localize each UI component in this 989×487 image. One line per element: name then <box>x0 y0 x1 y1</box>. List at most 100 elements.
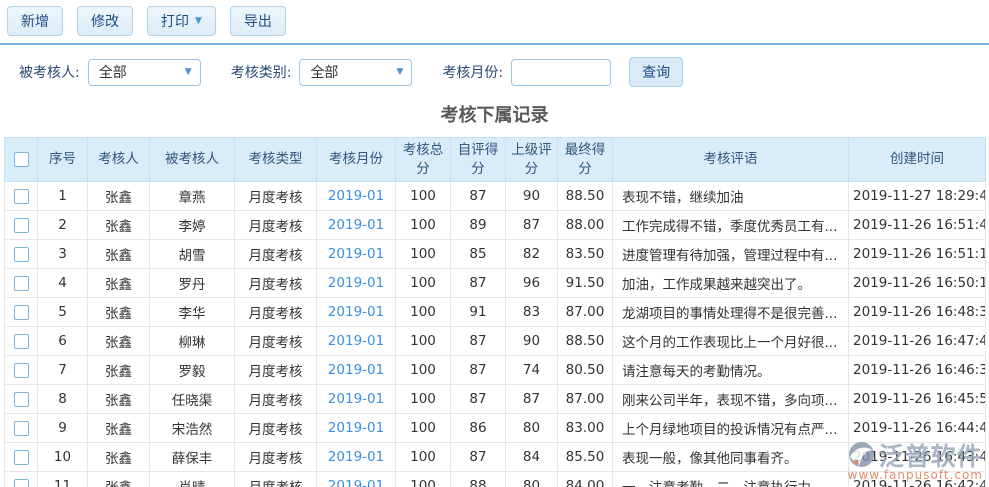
month-link[interactable]: 2019-01 <box>328 420 384 436</box>
assessee-filter-label: 被考核人: <box>19 62 80 82</box>
cell-superior-score: 87 <box>506 385 558 414</box>
cell-superior-score: 83 <box>506 298 558 327</box>
column-header: 自评得分 <box>451 138 506 182</box>
month-link[interactable]: 2019-01 <box>328 449 384 465</box>
cell-created: 2019-11-26 16:42:45 <box>849 472 986 487</box>
cell-total: 100 <box>396 385 451 414</box>
cell-assessee: 罗毅 <box>150 356 235 385</box>
row-checkbox[interactable] <box>14 479 29 487</box>
assessee-select[interactable]: 全部 ▼ <box>88 59 201 86</box>
column-header: 考核总分 <box>396 138 451 182</box>
cell-created: 2019-11-26 16:44:46 <box>849 414 986 443</box>
cell-assessee: 宋浩然 <box>150 414 235 443</box>
row-checkbox[interactable] <box>14 392 29 407</box>
month-link[interactable]: 2019-01 <box>328 217 384 233</box>
cell-type: 月度考核 <box>235 211 317 240</box>
cell-total: 100 <box>396 298 451 327</box>
column-header: 被考核人 <box>150 138 235 182</box>
cell-index: 5 <box>38 298 88 327</box>
cell-assessor: 张鑫 <box>88 182 150 211</box>
month-link[interactable]: 2019-01 <box>328 362 384 378</box>
cell-superior-score: 80 <box>506 472 558 487</box>
cell-comment: 工作完成得不错，季度优秀员工有... <box>613 211 849 240</box>
row-select-cell <box>5 211 38 240</box>
cell-comment: 表现不错，继续加油 <box>613 182 849 211</box>
cell-superior-score: 80 <box>506 414 558 443</box>
table-row: 7张鑫罗毅月度考核2019-01100877480.50请注意每天的考勤情况。2… <box>5 356 986 385</box>
add-button-label: 新增 <box>21 11 49 31</box>
assessee-select-value: 全部 <box>99 62 127 82</box>
search-button[interactable]: 查询 <box>629 57 683 87</box>
cell-self-score: 91 <box>451 298 506 327</box>
cell-created: 2019-11-27 18:29:40 <box>849 182 986 211</box>
cell-assessor: 张鑫 <box>88 211 150 240</box>
export-button[interactable]: 导出 <box>230 6 286 36</box>
month-link[interactable]: 2019-01 <box>328 304 384 320</box>
cell-final-score: 87.00 <box>558 385 613 414</box>
modify-button[interactable]: 修改 <box>77 6 133 36</box>
row-select-cell <box>5 472 38 487</box>
row-checkbox[interactable] <box>14 305 29 320</box>
cell-superior-score: 74 <box>506 356 558 385</box>
cell-month: 2019-01 <box>317 269 396 298</box>
cell-self-score: 87 <box>451 327 506 356</box>
cell-month: 2019-01 <box>317 385 396 414</box>
row-checkbox[interactable] <box>14 334 29 349</box>
cell-created: 2019-11-26 16:46:35 <box>849 356 986 385</box>
column-header: 上级评分 <box>506 138 558 182</box>
row-checkbox[interactable] <box>14 421 29 436</box>
table-row: 6张鑫柳琳月度考核2019-01100879088.50这个月的工作表现比上一个… <box>5 327 986 356</box>
column-header: 考核月份 <box>317 138 396 182</box>
cell-final-score: 87.00 <box>558 298 613 327</box>
cell-self-score: 88 <box>451 472 506 487</box>
cell-index: 3 <box>38 240 88 269</box>
month-link[interactable]: 2019-01 <box>328 333 384 349</box>
select-all-checkbox[interactable] <box>14 152 29 167</box>
cell-total: 100 <box>396 240 451 269</box>
cell-month: 2019-01 <box>317 472 396 487</box>
month-link[interactable]: 2019-01 <box>328 478 384 487</box>
cell-self-score: 89 <box>451 211 506 240</box>
cell-assessee: 薛保丰 <box>150 443 235 472</box>
month-link[interactable]: 2019-01 <box>328 275 384 291</box>
month-link[interactable]: 2019-01 <box>328 246 384 262</box>
cell-type: 月度考核 <box>235 414 317 443</box>
row-checkbox[interactable] <box>14 450 29 465</box>
cell-total: 100 <box>396 356 451 385</box>
cell-superior-score: 96 <box>506 269 558 298</box>
chevron-down-icon: ▼ <box>185 68 192 77</box>
cell-type: 月度考核 <box>235 298 317 327</box>
cell-month: 2019-01 <box>317 182 396 211</box>
cell-assessee: 章燕 <box>150 182 235 211</box>
cell-self-score: 87 <box>451 356 506 385</box>
table-body: 1张鑫章燕月度考核2019-01100879088.50表现不错，继续加油201… <box>5 182 986 487</box>
row-select-cell <box>5 182 38 211</box>
category-select[interactable]: 全部 ▼ <box>299 59 412 86</box>
month-link[interactable]: 2019-01 <box>328 391 384 407</box>
chevron-down-icon: ▼ <box>195 17 202 26</box>
row-checkbox[interactable] <box>14 247 29 262</box>
cell-assessor: 张鑫 <box>88 385 150 414</box>
add-button[interactable]: 新增 <box>7 6 63 36</box>
cell-assessee: 任晓渠 <box>150 385 235 414</box>
print-button[interactable]: 打印 ▼ <box>147 6 216 36</box>
cell-assessor: 张鑫 <box>88 269 150 298</box>
table-row: 3张鑫胡雪月度考核2019-01100858283.50进度管理有待加强，管理过… <box>5 240 986 269</box>
cell-assessor: 张鑫 <box>88 240 150 269</box>
month-link[interactable]: 2019-01 <box>328 188 384 204</box>
chevron-down-icon: ▼ <box>397 68 404 77</box>
cell-final-score: 88.50 <box>558 182 613 211</box>
cell-superior-score: 82 <box>506 240 558 269</box>
cell-index: 9 <box>38 414 88 443</box>
month-input[interactable] <box>511 59 611 86</box>
cell-month: 2019-01 <box>317 240 396 269</box>
cell-created: 2019-11-26 16:48:33 <box>849 298 986 327</box>
row-select-cell <box>5 385 38 414</box>
row-checkbox[interactable] <box>14 218 29 233</box>
column-header: 考核评语 <box>613 138 849 182</box>
cell-self-score: 87 <box>451 443 506 472</box>
cell-superior-score: 90 <box>506 182 558 211</box>
row-checkbox[interactable] <box>14 363 29 378</box>
row-checkbox[interactable] <box>14 189 29 204</box>
row-checkbox[interactable] <box>14 276 29 291</box>
